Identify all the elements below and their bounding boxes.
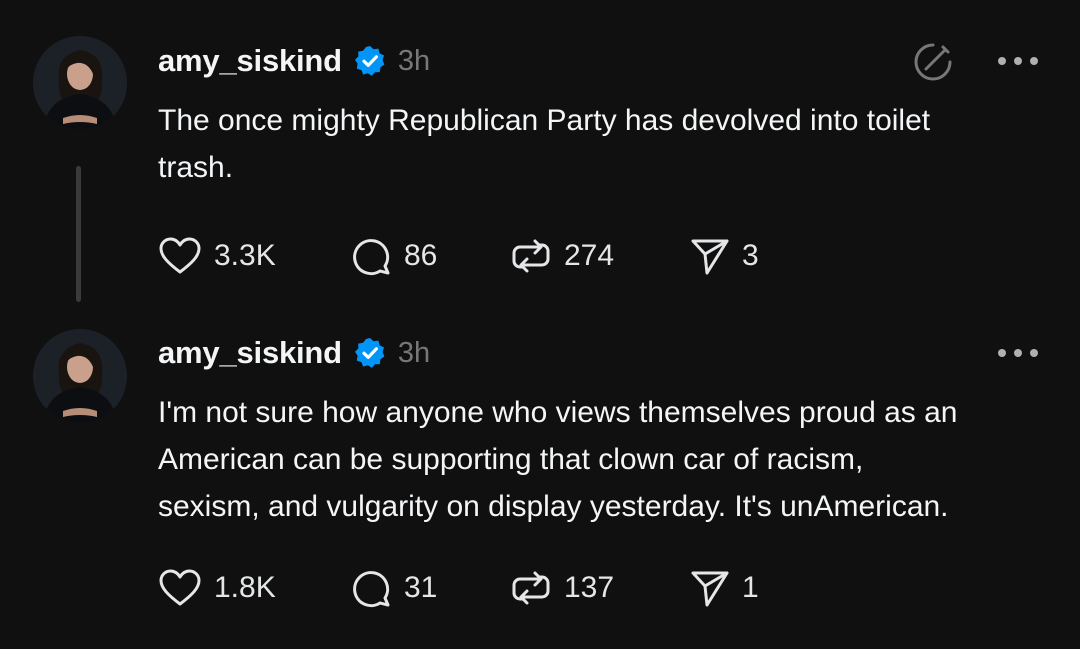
post-text: I'm not sure how anyone who views themse… bbox=[158, 396, 958, 523]
like-button[interactable]: 3.3K bbox=[158, 234, 276, 278]
heart-icon bbox=[159, 569, 201, 606]
post: amy_siskind 3h The once mighty Republica… bbox=[0, 0, 1080, 310]
thread-line bbox=[76, 166, 81, 302]
avatar[interactable] bbox=[33, 36, 127, 130]
reply-button[interactable]: 31 bbox=[350, 566, 437, 610]
thread-view: amy_siskind 3h The once mighty Republica… bbox=[0, 0, 1080, 649]
heart-icon bbox=[159, 237, 201, 274]
repost-icon bbox=[512, 239, 550, 273]
share-count: 3 bbox=[742, 239, 759, 272]
like-button[interactable]: 1.8K bbox=[158, 566, 276, 610]
username[interactable]: amy_siskind bbox=[158, 43, 342, 79]
repost-icon bbox=[512, 571, 550, 605]
more-options-icon[interactable] bbox=[996, 346, 1040, 360]
send-icon bbox=[691, 239, 729, 275]
repost-button[interactable]: 137 bbox=[510, 566, 614, 610]
like-count: 3.3K bbox=[214, 239, 276, 272]
post: amy_siskind 3h I'm not sure how anyone w… bbox=[0, 310, 1080, 649]
share-button[interactable]: 3 bbox=[690, 234, 759, 278]
share-count: 1 bbox=[742, 571, 759, 604]
verified-badge-icon bbox=[354, 337, 386, 369]
avatar-image bbox=[33, 329, 127, 423]
post-header: amy_siskind 3h bbox=[158, 331, 430, 375]
avatar[interactable] bbox=[33, 329, 127, 423]
like-count: 1.8K bbox=[214, 571, 276, 604]
repost-button[interactable]: 274 bbox=[510, 234, 614, 278]
more-options-icon[interactable] bbox=[996, 54, 1040, 68]
post-text: The once mighty Republican Party has dev… bbox=[158, 104, 931, 184]
edit-icon[interactable] bbox=[912, 41, 954, 83]
repost-count: 274 bbox=[564, 239, 615, 272]
reply-count: 86 bbox=[404, 239, 438, 272]
comment-icon bbox=[353, 571, 390, 608]
verified-badge-icon bbox=[354, 45, 386, 77]
repost-count: 137 bbox=[564, 571, 615, 604]
reply-button[interactable]: 86 bbox=[350, 234, 437, 278]
post-time: 3h bbox=[397, 336, 431, 369]
post-header: amy_siskind 3h bbox=[158, 39, 430, 83]
avatar-image bbox=[33, 36, 127, 130]
send-icon bbox=[691, 571, 729, 607]
comment-icon bbox=[353, 239, 390, 276]
username[interactable]: amy_siskind bbox=[158, 335, 342, 371]
post-time: 3h bbox=[397, 44, 431, 77]
reply-count: 31 bbox=[404, 571, 438, 604]
share-button[interactable]: 1 bbox=[690, 566, 759, 610]
